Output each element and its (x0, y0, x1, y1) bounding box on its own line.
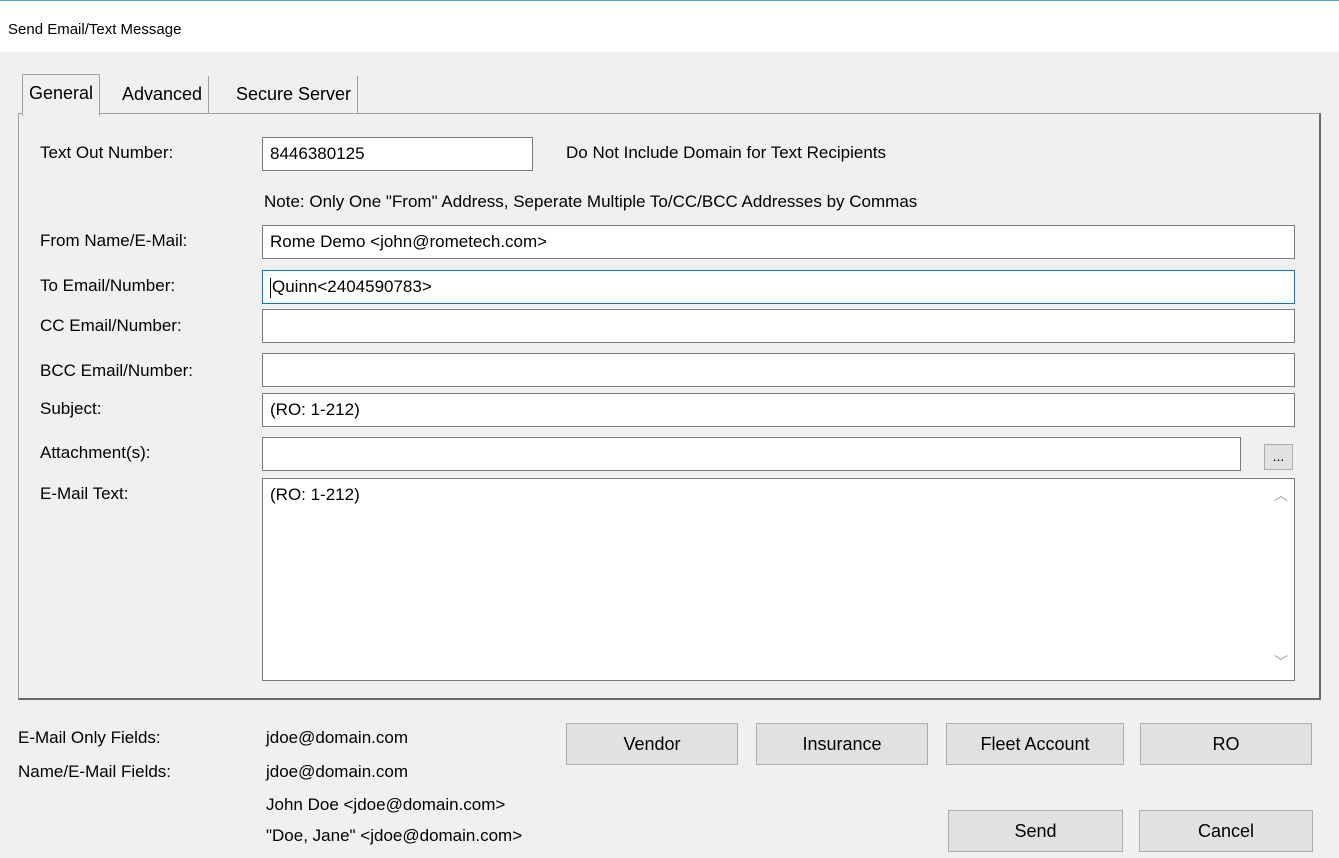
from-label: From Name/E-Mail: (40, 231, 188, 250)
name-email-example-1: jdoe@domain.com (266, 762, 408, 781)
window-title: Send Email/Text Message (8, 21, 182, 38)
attachments-label: Attachment(s): (40, 443, 151, 462)
subject-label: Subject: (40, 399, 102, 418)
text-out-hint: Do Not Include Domain for Text Recipient… (566, 143, 887, 162)
email-only-fields-label: E-Mail Only Fields: (18, 728, 161, 747)
text-out-number-label: Text Out Number: (40, 143, 174, 162)
from-input[interactable]: Rome Demo <john@rometech.com> (262, 225, 1295, 259)
tab-advanced-label: Advanced (122, 84, 203, 104)
name-email-fields-label: Name/E-Mail Fields: (18, 762, 172, 781)
subject-input[interactable]: (RO: 1-212) (262, 393, 1295, 427)
browse-attachments-button[interactable]: ... (1264, 444, 1293, 470)
attachments-input[interactable] (262, 437, 1241, 471)
title-bar: Send Email/Text Message (0, 0, 1339, 52)
tab-secure-server[interactable]: Secure Server (230, 76, 359, 114)
name-email-example-2: John Doe <jdoe@domain.com> (266, 795, 506, 814)
tab-general-label: General (29, 83, 94, 103)
insurance-button[interactable]: Insurance (756, 723, 928, 765)
to-label: To Email/Number: (40, 276, 176, 295)
bcc-input[interactable] (262, 353, 1295, 387)
tab-general[interactable]: General (22, 74, 101, 116)
to-input[interactable]: Quinn<2404590783> (262, 270, 1295, 304)
cancel-button[interactable]: Cancel (1139, 810, 1313, 852)
tab-advanced[interactable]: Advanced (116, 76, 210, 114)
tab-secure-server-label: Secure Server (236, 84, 352, 104)
text-out-number-input[interactable]: 8446380125 (262, 137, 533, 171)
email-text-label: E-Mail Text: (40, 484, 129, 503)
address-note: Note: Only One "From" Address, Seperate … (264, 192, 918, 211)
email-text-content: (RO: 1-212) (270, 485, 360, 504)
to-input-text: Quinn<2404590783> (272, 277, 432, 296)
email-text-scrollbar[interactable]: ︿ ﹀ (1268, 479, 1294, 680)
fleet-account-button[interactable]: Fleet Account (946, 723, 1124, 765)
email-only-example: jdoe@domain.com (266, 728, 408, 747)
send-button[interactable]: Send (948, 810, 1123, 852)
scroll-down-icon[interactable]: ﹀ (1274, 652, 1288, 672)
vendor-button[interactable]: Vendor (566, 723, 738, 765)
name-email-example-3: "Doe, Jane" <jdoe@domain.com> (266, 826, 523, 845)
text-caret (270, 277, 271, 298)
scroll-up-icon[interactable]: ︿ (1274, 485, 1288, 505)
ro-button[interactable]: RO (1140, 723, 1312, 765)
cc-input[interactable] (262, 309, 1295, 343)
cc-label: CC Email/Number: (40, 316, 182, 335)
bcc-label: BCC Email/Number: (40, 361, 194, 380)
email-text-area[interactable]: (RO: 1-212) ︿ ﹀ (262, 478, 1295, 681)
